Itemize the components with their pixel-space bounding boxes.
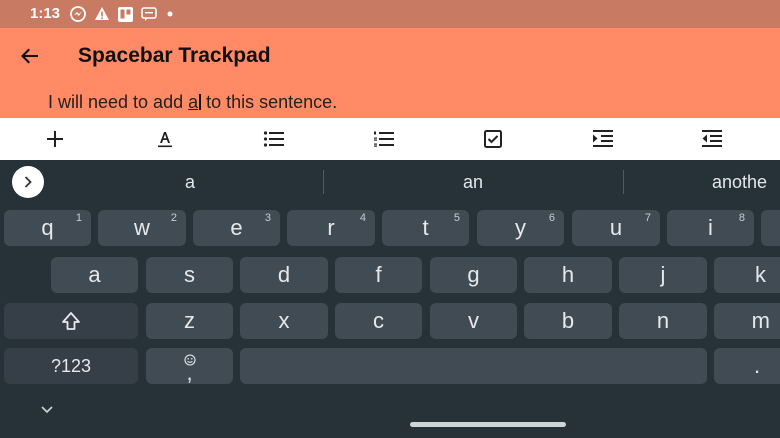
trello-icon (118, 6, 133, 22)
numbered-list-button[interactable] (369, 126, 399, 152)
key-label: e (230, 215, 243, 240)
add-button[interactable] (40, 126, 70, 152)
text-format-icon (158, 132, 172, 148)
gesture-nav-handle[interactable] (410, 422, 566, 427)
shift-key[interactable] (4, 303, 138, 339)
text-before-cursor: I will need to add (48, 92, 189, 112)
dot-icon (167, 11, 173, 17)
key-q[interactable]: q1 (4, 210, 91, 246)
indent-button[interactable] (588, 126, 618, 152)
spacebar[interactable] (240, 348, 707, 384)
key-j[interactable]: j (619, 257, 707, 293)
key-e[interactable]: e3 (193, 210, 280, 246)
sms-icon (141, 7, 157, 21)
bulleted-list-icon (263, 131, 284, 147)
period-key[interactable]: . (714, 348, 780, 384)
key-k[interactable]: k (714, 257, 780, 293)
key-hint: 1 (75, 212, 82, 224)
key-b[interactable]: b (524, 303, 612, 339)
key-a[interactable]: a (51, 257, 138, 293)
key-m[interactable]: m (714, 303, 780, 339)
key-label: q (41, 215, 54, 240)
key-w[interactable]: w2 (98, 210, 186, 246)
key-r[interactable]: r4 (287, 210, 375, 246)
key-n[interactable]: n (619, 303, 707, 339)
status-bar: 1:13 (0, 0, 780, 28)
app-title: Spacebar Trackpad (78, 44, 271, 67)
key-x[interactable]: x (240, 303, 328, 339)
indent-icon (593, 130, 613, 147)
checkbox-icon (484, 130, 502, 148)
suggestion-3[interactable]: anothe (712, 172, 780, 193)
composing-word: a (188, 92, 199, 112)
key-label: w (134, 215, 150, 240)
key-label: r (327, 215, 335, 240)
keyboard-hide-button[interactable] (38, 402, 56, 418)
chevron-right-icon (24, 176, 32, 188)
bulleted-list-button[interactable] (259, 126, 289, 152)
shift-icon (62, 312, 80, 330)
editor-text[interactable]: I will need to add a to this sentence. (48, 92, 337, 113)
key-hint: 8 (738, 212, 745, 224)
key-h[interactable]: h (524, 257, 612, 293)
key-z[interactable]: z (146, 303, 233, 339)
key-hint: 7 (644, 212, 651, 224)
note-editor[interactable]: I will need to add a to this sentence. (0, 84, 780, 118)
key-label: y (515, 215, 526, 240)
key-label: t (422, 215, 429, 240)
outdent-button[interactable] (697, 126, 727, 152)
app-bar: Spacebar Trackpad (0, 28, 780, 84)
status-icons (70, 6, 175, 22)
key-hint: 3 (264, 212, 271, 224)
status-time: 1:13 (30, 5, 61, 22)
key-hint: 2 (170, 212, 177, 224)
symbols-key[interactable]: ?123 (4, 348, 138, 384)
outdent-icon (702, 130, 722, 147)
suggestion-1[interactable]: a (130, 172, 250, 193)
numbered-list-icon (374, 131, 394, 147)
messenger-icon (70, 6, 86, 22)
keyboard-expand-button[interactable] (12, 166, 44, 198)
comma-label: , (186, 360, 193, 385)
key-g[interactable]: g (430, 257, 517, 293)
key-hint: 5 (453, 212, 460, 224)
key-hint: 4 (359, 212, 366, 224)
key-label: i (708, 215, 713, 240)
key-d[interactable]: d (240, 257, 328, 293)
key-u[interactable]: u7 (572, 210, 660, 246)
add-icon (47, 131, 63, 147)
key-hint: 6 (548, 212, 555, 224)
key-f[interactable]: f (335, 257, 422, 293)
chevron-down-icon (41, 406, 53, 414)
suggestion-2[interactable]: an (413, 172, 533, 193)
formatting-toolbar (0, 118, 780, 161)
suggestion-divider (623, 170, 624, 194)
checkbox-button[interactable] (478, 126, 508, 152)
back-button[interactable] (16, 42, 44, 70)
text-after-cursor: to this sentence. (201, 92, 338, 112)
key-c[interactable]: c (335, 303, 422, 339)
key-i[interactable]: i8 (667, 210, 754, 246)
key-t[interactable]: t5 (382, 210, 469, 246)
soft-keyboard: a an anothe q1 w2 e3 r4 t5 y6 u7 i8 a s … (0, 160, 780, 438)
arrow-back-icon (21, 48, 38, 64)
alert-icon (95, 7, 109, 20)
key-s[interactable]: s (146, 257, 233, 293)
key-y[interactable]: y6 (477, 210, 564, 246)
comma-key[interactable]: , (146, 348, 233, 384)
key-o-partial[interactable] (761, 210, 780, 246)
suggestion-divider (323, 170, 324, 194)
text-format-button[interactable] (150, 126, 180, 152)
key-label: u (609, 215, 623, 240)
key-v[interactable]: v (430, 303, 517, 339)
